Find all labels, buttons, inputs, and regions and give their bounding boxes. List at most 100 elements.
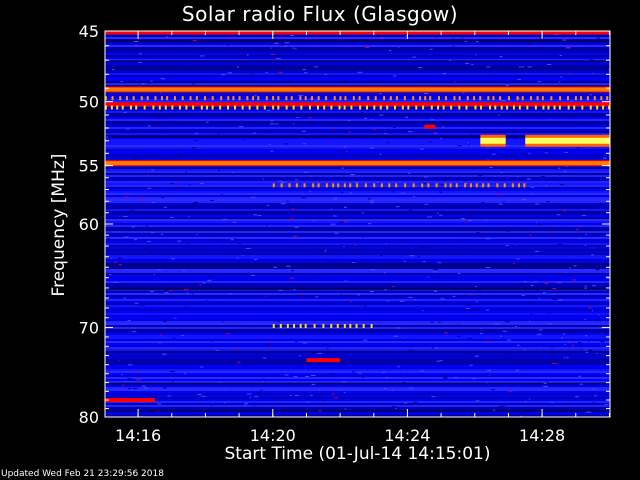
noise-speck <box>294 48 297 50</box>
noise-speck <box>260 389 263 391</box>
noise-speck <box>521 66 525 68</box>
noise-speck <box>486 382 488 384</box>
noise-speck <box>184 306 189 308</box>
signal-band-2 <box>479 96 482 101</box>
noise-speck <box>117 284 122 286</box>
noise-speck <box>118 407 123 409</box>
noise-row <box>105 361 610 363</box>
noise-speck <box>556 282 562 284</box>
noise-speck <box>153 274 156 276</box>
noise-speck <box>192 83 195 85</box>
noise-speck <box>348 120 351 122</box>
noise-speck <box>489 74 493 76</box>
noise-speck <box>552 288 557 290</box>
signal-band-7 <box>299 323 302 328</box>
noise-speck <box>242 130 245 132</box>
noise-speck <box>544 282 549 284</box>
noise-row <box>105 249 610 251</box>
noise-speck <box>419 148 424 150</box>
noise-speck <box>584 349 587 351</box>
noise-speck <box>147 187 152 189</box>
noise-speck <box>339 397 343 399</box>
signal-band-4 <box>185 105 188 110</box>
noise-row <box>105 251 610 253</box>
noise-speck <box>525 183 527 185</box>
noise-row <box>105 93 610 95</box>
noise-speck <box>210 404 212 406</box>
noise-speck <box>169 290 173 292</box>
signal-band-2 <box>181 96 184 101</box>
noise-speck <box>565 47 571 49</box>
noise-speck <box>584 244 587 246</box>
noise-speck <box>530 186 535 188</box>
noise-speck <box>475 400 480 402</box>
signal-band-4 <box>442 105 445 110</box>
noise-speck <box>266 343 271 345</box>
noise-row <box>105 73 610 75</box>
noise-speck <box>432 271 438 273</box>
noise-speck <box>127 388 132 390</box>
noise-speck <box>131 331 137 333</box>
noise-speck <box>358 406 364 408</box>
signal-band-6 <box>482 183 485 188</box>
spectrogram-plot: 45 50 55 60 70 80 14:16 14:20 14:24 14:28 <box>79 22 615 445</box>
noise-speck <box>412 203 416 205</box>
noise-speck <box>343 40 346 42</box>
signal-band-6 <box>364 183 367 188</box>
noise-speck <box>384 388 387 390</box>
noise-row <box>105 295 610 297</box>
noise-speck <box>442 126 445 128</box>
noise-speck <box>572 279 577 281</box>
noise-speck <box>170 371 175 373</box>
noise-speck <box>480 38 485 40</box>
noise-speck <box>469 364 473 366</box>
noise-speck <box>309 190 311 192</box>
noise-speck <box>138 53 143 55</box>
signal-band-4 <box>330 105 333 110</box>
signal-band-2 <box>606 96 609 101</box>
noise-speck <box>268 129 274 131</box>
noise-speck <box>351 262 355 264</box>
noise-speck <box>432 263 438 265</box>
noise-speck <box>352 138 354 140</box>
noise-speck <box>134 302 139 304</box>
noise-speck <box>372 128 376 130</box>
noise-speck <box>242 255 245 257</box>
noise-speck <box>412 56 417 58</box>
noise-speck <box>485 266 491 268</box>
x-tick-label: 14:16 <box>115 426 161 445</box>
noise-speck <box>355 125 360 127</box>
noise-speck <box>604 66 607 68</box>
noise-speck <box>218 381 221 383</box>
noise-speck <box>532 297 535 299</box>
noise-speck <box>332 357 336 359</box>
noise-row <box>105 369 610 371</box>
signal-band-4 <box>534 105 537 110</box>
signal-band-2 <box>541 96 544 101</box>
noise-speck <box>299 355 302 357</box>
signal-band-2 <box>437 96 440 101</box>
noise-speck <box>546 201 550 203</box>
noise-speck <box>527 43 532 45</box>
noise-speck <box>533 49 536 51</box>
signal-band-2 <box>252 96 255 101</box>
noise-speck <box>188 216 190 218</box>
noise-speck <box>276 320 281 322</box>
noise-speck <box>431 347 434 349</box>
signal-band-6 <box>511 183 514 188</box>
noise-speck <box>143 338 146 340</box>
noise-speck <box>489 375 491 377</box>
noise-speck <box>284 374 289 376</box>
noise-speck <box>476 334 478 336</box>
signal-band-2 <box>466 96 469 101</box>
noise-row <box>105 179 610 181</box>
noise-row <box>105 221 610 223</box>
noise-speck <box>290 395 293 397</box>
noise-speck <box>570 333 573 335</box>
noise-speck <box>298 94 304 96</box>
noise-speck <box>132 387 138 389</box>
noise-row <box>105 35 610 37</box>
noise-speck <box>158 342 162 344</box>
noise-speck <box>450 71 454 73</box>
noise-speck <box>308 185 310 187</box>
